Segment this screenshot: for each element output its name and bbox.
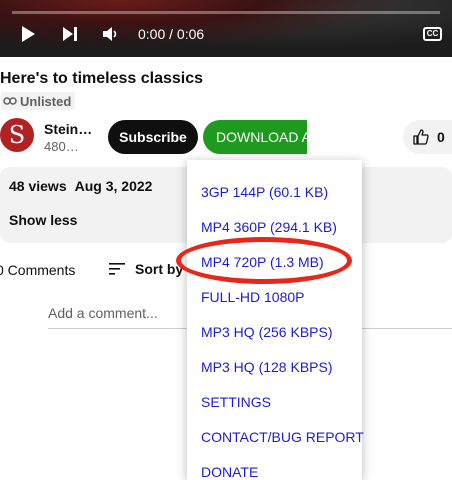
view-count: 48 views — [9, 178, 67, 194]
menu-item-settings[interactable]: SETTINGS — [201, 394, 271, 410]
subscriber-count: 480… — [44, 139, 79, 154]
visibility-badge: Unlisted — [1, 92, 76, 110]
thumbs-up-icon — [413, 129, 429, 145]
visibility-label: Unlisted — [20, 93, 72, 109]
link-icon — [3, 97, 17, 105]
menu-item-contact-bug-report[interactable]: CONTACT/BUG REPORT — [201, 429, 364, 445]
channel-avatar[interactable]: S — [0, 118, 34, 152]
comments-count: 0 Comments — [0, 262, 76, 278]
play-icon[interactable] — [22, 26, 35, 42]
download-button[interactable]: DOWNLOAD A — [203, 120, 307, 154]
menu-item-donate[interactable]: DONATE — [201, 464, 258, 480]
menu-item-mp4-720p[interactable]: MP4 720P (1.3 MB) — [201, 254, 324, 270]
sort-icon[interactable] — [109, 262, 125, 276]
menu-item-mp4-360p[interactable]: MP4 360P (294.1 KB) — [201, 219, 337, 235]
closed-captions-icon[interactable]: CC — [423, 27, 442, 41]
menu-item-full-hd-1080p[interactable]: FULL-HD 1080P — [201, 289, 305, 305]
like-count: 0 — [437, 129, 445, 145]
menu-item-mp3-256[interactable]: MP3 HQ (256 KBPS) — [201, 324, 333, 340]
skip-next-icon[interactable] — [62, 26, 78, 42]
like-button[interactable]: 0 — [403, 120, 452, 154]
menu-item-3gp-144p[interactable]: 3GP 144P (60.1 KB) — [201, 184, 328, 200]
channel-name[interactable]: Stein… — [44, 121, 92, 137]
progress-bar[interactable] — [12, 11, 440, 14]
video-player[interactable]: 0:00 / 0:06 CC — [0, 0, 452, 57]
download-menu: 3GP 144P (60.1 KB) MP4 360P (294.1 KB) M… — [187, 160, 364, 480]
video-title: Here's to timeless classics — [0, 70, 204, 87]
volume-icon[interactable] — [102, 26, 118, 42]
show-less-button[interactable]: Show less — [9, 212, 77, 228]
time-display: 0:00 / 0:06 — [138, 26, 205, 42]
upload-date: Aug 3, 2022 — [74, 178, 153, 194]
sort-by-button[interactable]: Sort by — [135, 261, 183, 277]
subscribe-button[interactable]: Subscribe — [108, 120, 198, 154]
description-meta: 48 views Aug 3, 2022 — [9, 178, 152, 194]
menu-item-mp3-128[interactable]: MP3 HQ (128 KBPS) — [201, 359, 333, 375]
